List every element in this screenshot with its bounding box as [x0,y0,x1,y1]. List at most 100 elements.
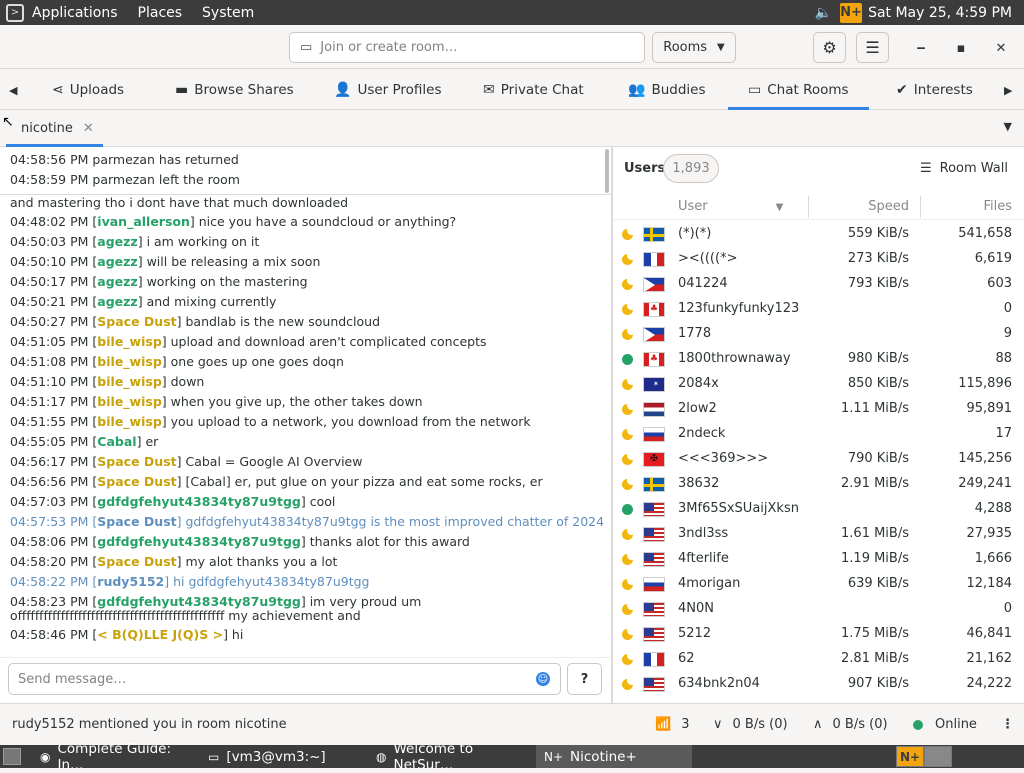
top-panel: > Applications Places System 🔈 N+ Sat Ma… [0,0,1024,25]
user-row[interactable]: 2ndeck 17 [613,422,1024,447]
task-firefox[interactable]: ◉ Complete Guide: In… [32,741,197,773]
close-window-button[interactable]: ✕ [991,38,1011,58]
users-count-badge: 1,893 [663,154,719,183]
message-username[interactable]: agezz [97,234,137,249]
users-list: (*)(*) 559 KiB/s 541,658 ><((((*> 273 KiB/s 6… [613,222,1024,697]
connections-indicator[interactable]: 📶 3 [655,717,689,732]
user-row[interactable]: 4N0N 0 [613,597,1024,622]
user-row[interactable]: 634bnk2n04 907 KiB/s 24,222 [613,672,1024,697]
user-row[interactable]: 2low2 1.11 MiB/s 95,891 [613,397,1024,422]
maximize-button[interactable]: ▪ [951,38,971,58]
message-username[interactable]: bile_wisp [97,414,161,429]
chat-bubble-icon: ▭ [300,40,313,55]
preferences-button[interactable]: ⚙ [813,32,846,63]
room-search-input[interactable]: ▭ Join or create room… [289,32,645,63]
user-row[interactable]: ✶ 2084x 850 KiB/s 115,896 [613,372,1024,397]
message-username[interactable]: Space Dust [97,454,176,469]
user-row[interactable]: 5212 1.75 MiB/s 46,841 [613,622,1024,647]
user-row[interactable]: 4morigan 639 KiB/s 12,184 [613,572,1024,597]
message-username[interactable]: gdfdgfehyut43834ty87u9tgg [97,594,301,609]
download-speed[interactable]: ∨ 0 B/s (0) [713,717,788,732]
message-username[interactable]: rudy5152 [97,574,164,589]
message-username[interactable]: gdfdgfehyut43834ty87u9tgg [97,534,301,549]
country-flag-icon [643,677,665,692]
gear-icon: ⚙ [822,38,837,57]
message-username[interactable]: ivan_allerson [97,214,190,229]
more-options-icon[interactable]: ⋮ [1001,717,1014,732]
show-desktop-button[interactable] [3,748,21,765]
user-row[interactable]: 62 2.81 MiB/s 21,162 [613,647,1024,672]
message-username[interactable]: agezz [97,294,137,309]
message-username[interactable]: Space Dust [97,554,176,569]
message-username[interactable]: gdfdgfehyut43834ty87u9tgg [97,494,301,509]
message-username[interactable]: agezz [97,254,137,269]
applications-menu[interactable]: Applications [32,5,118,21]
task-nicotine[interactable]: N+ Nicotine+ [536,745,692,768]
message-username[interactable]: agezz [97,274,137,289]
message-username[interactable]: < B(Q)LLE J(Q)S > [97,627,223,642]
user-row[interactable]: 38632 2.91 MiB/s 249,241 [613,472,1024,497]
folder-icon: ▬ [175,82,189,98]
user-row[interactable]: ><((((*> 273 KiB/s 6,619 [613,247,1024,272]
applications-menu-icon[interactable]: > [6,3,24,22]
user-row[interactable]: 3ndl3ss 1.61 MiB/s 27,935 [613,522,1024,547]
user-speed: 980 KiB/s [847,351,909,366]
workspace-switcher[interactable] [924,746,952,767]
tab-user-profiles[interactable]: 👤 User Profiles [334,70,442,110]
message-username[interactable]: Cabal [97,434,136,449]
online-status-button[interactable]: Online [913,717,977,732]
tabs-scroll-left-icon[interactable]: ◀ [9,70,17,110]
room-wall-button[interactable]: ☰ Room Wall [920,161,1008,176]
message-username[interactable]: Space Dust [97,474,176,489]
upload-speed[interactable]: ∧ 0 B/s (0) [813,717,888,732]
emoji-icon[interactable]: ☺ [536,672,550,686]
close-icon[interactable]: ✕ [83,121,94,136]
message-text: down [170,374,205,389]
message-input[interactable]: Send message… ☺ [8,663,561,695]
header-bar: ▭ Join or create room… Rooms ▼ ⚙ ☰ ‒ ▪ ✕ [0,25,1024,69]
chat-help-button[interactable]: ? [567,663,602,695]
user-row[interactable]: ✠ <<<369>>> 790 KiB/s 145,256 [613,447,1024,472]
tab-interests[interactable]: ✔ Interests [896,70,973,110]
column-speed[interactable]: Speed [868,199,909,214]
nicotine-tray-icon[interactable]: N+ [840,2,863,23]
message-username[interactable]: Space Dust [97,514,176,529]
task-terminal[interactable]: ▭ [vm3@vm3:~] [200,745,368,768]
tab-label: Browse Shares [194,82,294,98]
volume-icon[interactable]: 🔈 [815,5,832,21]
tab-browse-shares[interactable]: ▬ Browse Shares [175,70,294,110]
rooms-dropdown-button[interactable]: Rooms ▼ [652,32,736,63]
activity-scrollbar[interactable] [605,149,609,193]
tab-buddies[interactable]: 👥 Buddies [628,70,705,110]
column-files[interactable]: Files [983,199,1012,214]
column-user[interactable]: User ▼ [678,199,783,214]
user-row[interactable]: 4fterlife 1.19 MiB/s 1,666 [613,547,1024,572]
message-username[interactable]: Space Dust [97,314,176,329]
tab-private-chat[interactable]: ✉ Private Chat [483,70,584,110]
message-username[interactable]: bile_wisp [97,354,161,369]
user-row[interactable]: 041224 793 KiB/s 603 [613,272,1024,297]
task-netsurf[interactable]: ◍ Welcome to NetSur… [368,741,536,773]
minimize-button[interactable]: ‒ [911,38,931,58]
tab-chat-rooms[interactable]: ▭ Chat Rooms [728,70,869,110]
system-menu[interactable]: System [202,5,254,21]
room-tabs-menu-icon[interactable]: ▼ [1004,120,1012,133]
message-username[interactable]: bile_wisp [97,334,161,349]
nicotine-workspace-icon[interactable]: N+ [896,746,924,767]
message-time: 04:50:21 PM [10,294,89,309]
user-row[interactable]: 1778 9 [613,322,1024,347]
tabs-scroll-right-icon[interactable]: ▶ [1004,70,1012,110]
tab-uploads[interactable]: ⋖ Uploads [52,70,124,110]
status-bar: rudy5152 mentioned you in room nicotine … [0,703,1024,745]
user-row[interactable]: ♣ 1800thrownaway 980 KiB/s 88 [613,347,1024,372]
message-username[interactable]: bile_wisp [97,374,161,389]
user-row[interactable]: 3Mf65SxSUaijXksn 4,288 [613,497,1024,522]
main-menu-button[interactable]: ☰ [856,32,889,63]
user-row[interactable]: ♣ 123funkyfunky123 0 [613,297,1024,322]
user-row[interactable]: (*)(*) 559 KiB/s 541,658 [613,222,1024,247]
chat-message: 04:58:06 PM [gdfdgfehyut43834ty87u9tgg] … [10,534,470,549]
clock[interactable]: Sat May 25, 4:59 PM [868,5,1012,21]
room-tab-nicotine[interactable]: nicotine ✕ [0,110,103,147]
message-username[interactable]: bile_wisp [97,394,161,409]
places-menu[interactable]: Places [138,5,183,21]
